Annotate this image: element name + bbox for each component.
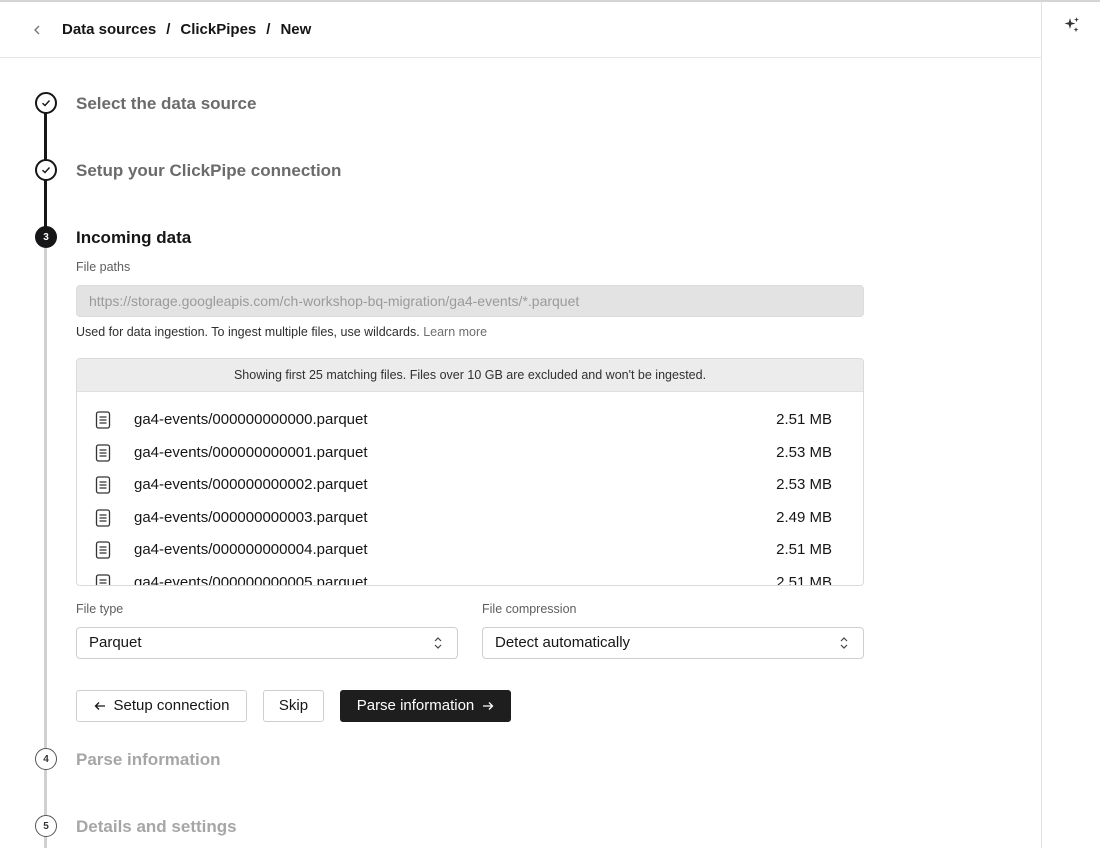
- matching-files-panel[interactable]: Showing first 25 matching files. Files o…: [76, 358, 864, 586]
- arrow-left-icon: [94, 702, 105, 710]
- file-row: ga4-events/000000000003.parquet 2.49 MB: [77, 502, 863, 534]
- parse-information-button[interactable]: Parse information: [340, 690, 511, 722]
- parse-information-label: Parse information: [356, 697, 475, 714]
- file-size: 2.51 MB: [776, 411, 832, 428]
- file-icon: [95, 573, 111, 585]
- step-3-title: Incoming data: [76, 228, 192, 247]
- back-chevron-icon[interactable]: [30, 22, 44, 38]
- breadcrumb-separator: /: [266, 21, 271, 38]
- file-size: 2.51 MB: [776, 541, 832, 558]
- breadcrumb: Data sources / ClickPipes / New: [62, 21, 311, 38]
- step-4-indicator: 4: [35, 748, 57, 770]
- setup-connection-button[interactable]: Setup connection: [76, 690, 247, 722]
- step-1-indicator: [35, 92, 57, 114]
- file-name: ga4-events/000000000002.parquet: [134, 476, 368, 493]
- matching-files-banner: Showing first 25 matching files. Files o…: [77, 359, 863, 392]
- step-3-indicator: 3: [35, 226, 57, 248]
- main-panel: Data sources / ClickPipes / New Select t…: [0, 2, 1042, 848]
- file-size: 2.53 MB: [776, 443, 832, 461]
- step-1-title[interactable]: Select the data source: [76, 94, 256, 114]
- file-type-value: Parquet: [89, 634, 142, 651]
- file-icon: [95, 443, 111, 462]
- chevron-up-down-icon: [434, 637, 442, 649]
- file-icon: [95, 541, 111, 559]
- file-row: ga4-events/000000000001.parquet 2.53 MB: [77, 437, 863, 469]
- file-row: ga4-events/000000000005.parquet 2.51 MB: [77, 567, 863, 586]
- file-icon: [95, 411, 111, 429]
- file-name: ga4-events/000000000003.parquet: [134, 508, 368, 526]
- step-2-title[interactable]: Setup your ClickPipe connection: [76, 161, 341, 181]
- file-row: ga4-events/000000000000.parquet 2.51 MB: [77, 404, 863, 436]
- file-type-select[interactable]: Parquet: [76, 627, 458, 659]
- file-paths-label: File paths: [76, 260, 131, 274]
- file-name: ga4-events/000000000004.parquet: [134, 541, 368, 558]
- file-size: 2.53 MB: [776, 476, 832, 493]
- file-name: ga4-events/000000000005.parquet: [134, 573, 368, 586]
- learn-more-link[interactable]: Learn more: [423, 325, 487, 339]
- file-row: ga4-events/000000000004.parquet 2.51 MB: [77, 534, 863, 566]
- skip-label: Skip: [278, 697, 309, 714]
- file-name: ga4-events/000000000001.parquet: [134, 443, 368, 461]
- file-compression-value: Detect automatically: [495, 634, 631, 651]
- file-paths-help-text: Used for data ingestion. To ingest multi…: [76, 325, 420, 339]
- breadcrumb-item-clickpipes[interactable]: ClickPipes: [180, 21, 256, 38]
- setup-connection-label: Setup connection: [113, 697, 230, 714]
- file-icon: [95, 476, 111, 494]
- check-icon: [42, 167, 51, 174]
- step-2-indicator: [35, 159, 57, 181]
- chevron-up-down-icon: [840, 637, 848, 649]
- file-size: 2.49 MB: [776, 508, 832, 526]
- file-name: ga4-events/000000000000.parquet: [134, 411, 368, 428]
- right-rail: [1042, 2, 1100, 848]
- file-compression-label: File compression: [482, 602, 577, 616]
- file-paths-help: Used for data ingestion. To ingest multi…: [76, 325, 487, 339]
- file-compression-select[interactable]: Detect automatically: [482, 627, 864, 659]
- breadcrumb-item-new: New: [280, 21, 312, 38]
- breadcrumb-separator: /: [166, 21, 171, 38]
- file-paths-input[interactable]: https://storage.googleapis.com/ch-worksh…: [76, 285, 864, 317]
- file-type-label: File type: [76, 602, 124, 616]
- file-row: ga4-events/000000000002.parquet 2.53 MB: [77, 469, 863, 501]
- file-icon: [95, 508, 111, 527]
- file-size: 2.51 MB: [776, 573, 832, 586]
- breadcrumb-item-data-sources[interactable]: Data sources: [62, 21, 156, 38]
- sparkle-icon[interactable]: [1063, 16, 1081, 34]
- page-header: Data sources / ClickPipes / New: [0, 2, 1041, 58]
- skip-button[interactable]: Skip: [263, 690, 324, 722]
- check-icon: [42, 100, 51, 107]
- step-5-indicator: 5: [35, 815, 57, 837]
- step-5-title: Details and settings: [76, 817, 237, 836]
- step-4-title: Parse information: [76, 750, 221, 769]
- arrow-right-icon: [483, 702, 494, 710]
